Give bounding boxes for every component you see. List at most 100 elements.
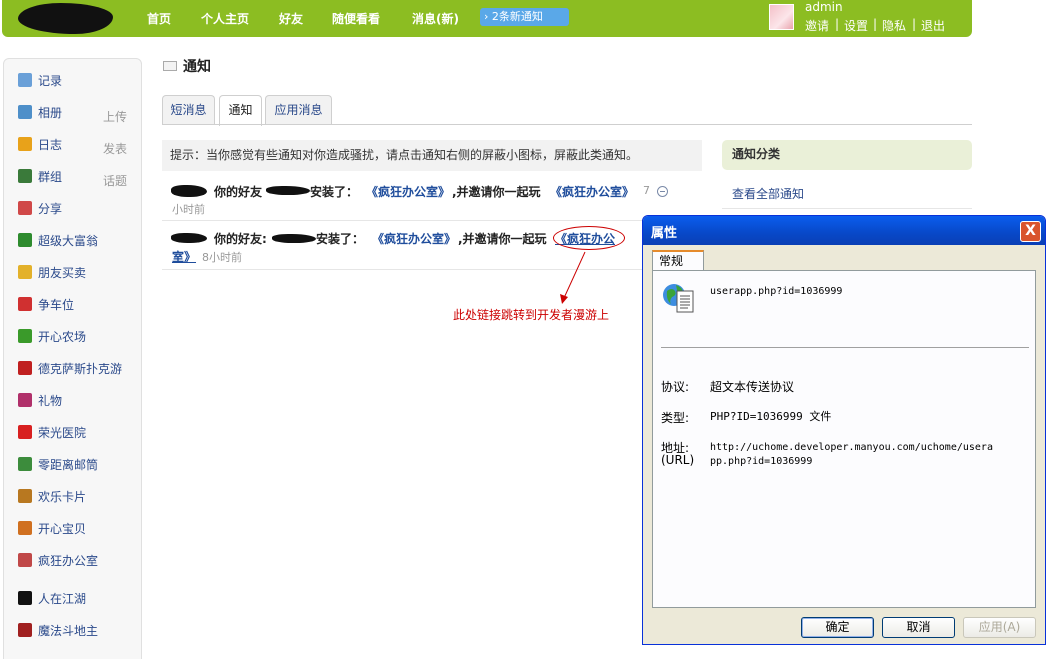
app-link[interactable]: 《疯狂办公室》: [372, 230, 456, 247]
sidebar-item[interactable]: 礼物: [18, 391, 138, 411]
general-panel: userapp.php?id=1036999 协议: 超文本传送协议 类型: P…: [652, 270, 1036, 608]
gift-icon: [18, 393, 32, 407]
new-notice-badge[interactable]: › 2条新通知: [480, 8, 569, 26]
avatar[interactable]: [769, 4, 794, 30]
sidebar-item-label[interactable]: 超级大富翁: [38, 232, 98, 249]
page-title: 通知: [183, 59, 211, 75]
sidebar-item[interactable]: 记录: [18, 71, 138, 91]
app-link[interactable]: 《疯狂办公室》: [550, 183, 634, 200]
sidebar-item-label[interactable]: 荣光医院: [38, 424, 86, 441]
tab-app-messages[interactable]: 应用消息: [265, 95, 332, 125]
sidebar-item-label[interactable]: 分享: [38, 200, 62, 217]
nav-messages[interactable]: 消息(新): [412, 10, 459, 27]
poker-icon: [18, 361, 32, 375]
annotation-arrow: [560, 251, 586, 304]
sidebar-item-action[interactable]: 发表: [103, 140, 127, 157]
mailbox-icon: [18, 457, 32, 471]
envelope-icon: [163, 61, 177, 71]
sidebar-item-label[interactable]: 德克萨斯扑克游: [38, 360, 122, 377]
type-label: 类型:: [661, 411, 690, 425]
magic-icon: [18, 623, 32, 637]
notice-installed: 安装了：: [316, 232, 365, 246]
invite-link[interactable]: 邀请: [805, 17, 829, 34]
view-all-notices-link[interactable]: 查看全部通知: [732, 185, 804, 202]
sidebar-item[interactable]: 分享: [18, 199, 138, 219]
app-link[interactable]: 《疯狂办公室》: [366, 183, 450, 200]
sidebar-item[interactable]: 零距离邮筒: [18, 455, 138, 475]
notice-item: 你的好友 安装了： 《疯狂办公室》 ,并邀请你一起玩 《疯狂办公室》 7 小时前: [162, 177, 702, 221]
sidebar-item-label[interactable]: 开心农场: [38, 328, 86, 345]
sidebar-item-label[interactable]: 日志: [38, 136, 62, 153]
sidebar-item[interactable]: 朋友买卖: [18, 263, 138, 283]
cancel-button[interactable]: 取消: [882, 617, 955, 638]
protocol-label: 协议:: [661, 380, 690, 394]
sidebar-item[interactable]: 开心农场: [18, 327, 138, 347]
close-button[interactable]: X: [1020, 221, 1041, 242]
sidebar-item-action[interactable]: 上传: [103, 108, 127, 125]
sidebar-item[interactable]: 欢乐卡片: [18, 487, 138, 507]
sidebar-item-label[interactable]: 欢乐卡片: [38, 488, 86, 505]
office-icon: [18, 553, 32, 567]
sidebar-item-label[interactable]: 开心宝贝: [38, 520, 86, 537]
annotation-text: 此处链接跳转到开发者漫游上: [453, 308, 610, 322]
new-notice-label: 2条新通知: [491, 10, 543, 23]
divider: [722, 208, 972, 209]
baby-icon: [18, 521, 32, 535]
sidebar-item[interactable]: 开心宝贝: [18, 519, 138, 539]
sidebar-item[interactable]: 人在江湖: [18, 589, 138, 609]
sidebar-item[interactable]: 争车位: [18, 295, 138, 315]
sidebar-item[interactable]: 疯狂办公室: [18, 551, 138, 571]
logout-link[interactable]: 退出: [921, 17, 945, 34]
apply-button[interactable]: 应用(A): [963, 617, 1036, 638]
sidebar-item[interactable]: 日志 发表: [18, 135, 138, 157]
sidebar-item[interactable]: 荣光医院: [18, 423, 138, 443]
tabs-divider: [162, 124, 972, 125]
farm-icon: [18, 329, 32, 343]
sidebar-item-label[interactable]: 人在江湖: [38, 590, 86, 607]
tab-messages[interactable]: 短消息: [162, 95, 215, 125]
separator: |: [912, 17, 917, 31]
address-value-line1[interactable]: http://uchome.developer.manyou.com/uchom…: [710, 442, 993, 453]
tab-general[interactable]: 常规: [652, 250, 704, 271]
sidebar-item-label[interactable]: 礼物: [38, 392, 62, 409]
privacy-link[interactable]: 隐私: [882, 17, 906, 34]
sidebar-item[interactable]: 群组 话题: [18, 167, 138, 189]
sidebar-item-label[interactable]: 疯狂办公室: [38, 552, 98, 569]
sidebar-item-label[interactable]: 朋友买卖: [38, 264, 86, 281]
nav-friends[interactable]: 好友: [279, 10, 303, 27]
nav-home[interactable]: 首页: [147, 10, 171, 27]
sidebar-item[interactable]: 超级大富翁: [18, 231, 138, 251]
block-notice-icon[interactable]: [657, 186, 668, 197]
sidebar-item[interactable]: 德克萨斯扑克游: [18, 359, 138, 379]
site-logo[interactable]: [18, 3, 113, 34]
arrow-icon: ›: [484, 10, 492, 23]
sidebar-item-label[interactable]: 零距离邮筒: [38, 456, 98, 473]
sidebar-item-label[interactable]: 记录: [38, 72, 62, 89]
file-name[interactable]: userapp.php?id=1036999: [710, 286, 842, 297]
ok-button[interactable]: 确定: [801, 617, 874, 638]
notice-installed: 安装了：: [310, 185, 359, 199]
app-link-highlighted-cont[interactable]: 室》: [172, 248, 196, 265]
separator: |: [835, 17, 840, 31]
nav-profile[interactable]: 个人主页: [201, 10, 249, 27]
notice-category-header: 通知分类: [722, 140, 972, 170]
group-icon: [18, 169, 32, 183]
tab-notices[interactable]: 通知: [219, 95, 262, 126]
sidebar-item[interactable]: 魔法斗地主: [18, 621, 138, 641]
nav-browse[interactable]: 随便看看: [332, 10, 380, 27]
sidebar-item-label[interactable]: 群组: [38, 168, 62, 185]
sidebar-item-label[interactable]: 相册: [38, 104, 62, 121]
dialog-title: 属性: [651, 226, 678, 241]
sidebar-item-label[interactable]: 争车位: [38, 296, 74, 313]
properties-dialog: 属性 X 常规 userapp.php?id=1036999 协议: 超文本传送…: [642, 215, 1046, 645]
settings-link[interactable]: 设置: [844, 17, 868, 34]
record-icon: [18, 73, 32, 87]
sidebar-item-action[interactable]: 话题: [103, 172, 127, 189]
username[interactable]: admin: [805, 0, 843, 14]
sidebar-item-label[interactable]: 魔法斗地主: [38, 622, 98, 639]
sidebar-item[interactable]: 相册 上传: [18, 103, 138, 125]
notice-prefix: 你的好友: [214, 185, 263, 199]
dialog-titlebar[interactable]: 属性 X: [643, 216, 1045, 245]
parking-icon: [18, 297, 32, 311]
address-value-line2[interactable]: pp.php?id=1036999: [710, 456, 812, 467]
